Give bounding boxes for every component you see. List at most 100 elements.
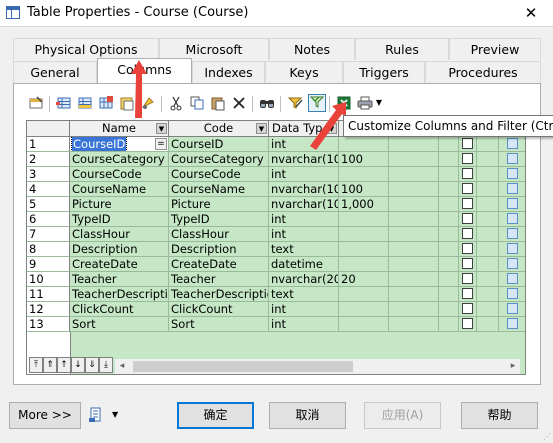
cell-data-type[interactable]: nvarchar(100 <box>269 182 339 197</box>
cell-data-type[interactable]: nvarchar(100 <box>269 197 339 212</box>
cell-extra[interactable] <box>499 272 525 287</box>
displayed-checkbox[interactable] <box>507 168 518 179</box>
columns-grid[interactable]: Name ▼ Code ▼ Data Typ ▼ 1 CourseID = Cours… <box>26 120 526 375</box>
cell-code[interactable]: TeacherDescription <box>169 287 269 302</box>
cell-p[interactable] <box>439 167 459 182</box>
cell-length[interactable] <box>339 212 389 227</box>
cell-length[interactable] <box>339 167 389 182</box>
cell-name[interactable]: Teacher <box>70 272 169 287</box>
foreign-key-checkbox[interactable] <box>462 183 473 194</box>
cell-precision[interactable] <box>389 212 439 227</box>
tab-preview[interactable]: Preview <box>449 38 541 60</box>
cell-length[interactable] <box>339 242 389 257</box>
cell-extra[interactable] <box>499 317 525 332</box>
scroll-right-icon[interactable]: ▸ <box>506 359 520 374</box>
cell-p[interactable] <box>439 137 459 152</box>
foreign-key-checkbox[interactable] <box>462 258 473 269</box>
cancel-button[interactable]: 取消 <box>269 402 346 429</box>
cut-icon[interactable] <box>168 95 184 111</box>
cell-f[interactable] <box>459 197 477 212</box>
cell-precision[interactable] <box>389 167 439 182</box>
cell-name[interactable]: ClassHour <box>70 227 169 242</box>
cell-precision[interactable] <box>389 227 439 242</box>
cell-f[interactable] <box>459 227 477 242</box>
cell-name[interactable]: ClickCount <box>70 302 169 317</box>
tab-general[interactable]: General <box>13 61 97 83</box>
cell-f[interactable] <box>459 212 477 227</box>
move-page-down-icon[interactable]: ⇓ <box>85 357 99 373</box>
cell-data-type[interactable]: text <box>269 287 339 302</box>
displayed-checkbox[interactable] <box>507 228 518 239</box>
cell-length[interactable]: 100 <box>339 182 389 197</box>
properties-icon[interactable] <box>28 95 44 111</box>
tab-physical-options[interactable]: Physical Options <box>13 38 159 60</box>
tab-notes[interactable]: Notes <box>269 38 355 60</box>
cell-name[interactable]: CourseCategory <box>70 152 169 167</box>
foreign-key-checkbox[interactable] <box>462 288 473 299</box>
cell-m[interactable] <box>477 182 499 197</box>
column-header-name[interactable]: Name ▼ <box>70 121 169 137</box>
cell-p[interactable] <box>439 152 459 167</box>
displayed-checkbox[interactable] <box>507 138 518 149</box>
cell-extra[interactable] <box>499 242 525 257</box>
cell-m[interactable] <box>477 227 499 242</box>
cell-m[interactable] <box>477 257 499 272</box>
cell-code[interactable]: Teacher <box>169 272 269 287</box>
cell-name[interactable]: CourseName <box>70 182 169 197</box>
cell-p[interactable] <box>439 227 459 242</box>
table-row[interactable]: 11TeacherDescriptionTeacherDescriptionte… <box>27 287 525 302</box>
cell-f[interactable] <box>459 272 477 287</box>
resize-grip-icon[interactable]: ⋰ <box>543 432 551 441</box>
move-top-icon[interactable]: ⤒ <box>29 357 43 373</box>
displayed-checkbox[interactable] <box>507 318 518 329</box>
cell-f[interactable] <box>459 152 477 167</box>
cell-m[interactable] <box>477 152 499 167</box>
cell-name[interactable]: Picture <box>70 197 169 212</box>
cell-precision[interactable] <box>389 302 439 317</box>
insert-row-icon[interactable] <box>56 95 72 111</box>
tab-indexes[interactable]: Indexes <box>192 61 265 83</box>
cell-data-type[interactable]: int <box>269 302 339 317</box>
horizontal-scrollbar[interactable]: ◂ ▸ <box>115 359 520 374</box>
displayed-checkbox[interactable] <box>507 198 518 209</box>
cell-data-type[interactable]: int <box>269 212 339 227</box>
apply-button[interactable]: 应用(A) <box>364 402 441 429</box>
layout-dropdown-button[interactable]: ▼ <box>88 402 126 429</box>
cell-code[interactable]: CourseName <box>169 182 269 197</box>
cell-length[interactable] <box>339 227 389 242</box>
move-up-icon[interactable]: ↑ <box>57 357 71 373</box>
move-page-up-icon[interactable]: ⇑ <box>43 357 57 373</box>
cell-extra[interactable] <box>499 137 525 152</box>
cell-precision[interactable] <box>389 137 439 152</box>
cell-p[interactable] <box>439 317 459 332</box>
table-row[interactable]: 4CourseNameCourseNamenvarchar(100100 <box>27 182 525 197</box>
cell-extra[interactable] <box>499 257 525 272</box>
cell-precision[interactable] <box>389 242 439 257</box>
displayed-checkbox[interactable] <box>507 258 518 269</box>
cell-data-type[interactable]: nvarchar(100 <box>269 152 339 167</box>
cell-data-type[interactable]: int <box>269 227 339 242</box>
sort-dropdown-icon[interactable]: ▼ <box>156 123 167 134</box>
customize-columns-filter-icon[interactable] <box>287 95 303 111</box>
dropdown-arrow-icon[interactable]: ▼ <box>374 95 384 111</box>
cell-p[interactable] <box>439 272 459 287</box>
cell-precision[interactable] <box>389 197 439 212</box>
copy-icon[interactable] <box>189 95 205 111</box>
cell-precision[interactable] <box>389 182 439 197</box>
cell-code[interactable]: Picture <box>169 197 269 212</box>
cell-data-type[interactable]: text <box>269 242 339 257</box>
cell-extra[interactable] <box>499 167 525 182</box>
cell-length[interactable] <box>339 317 389 332</box>
cell-f[interactable] <box>459 182 477 197</box>
cell-m[interactable] <box>477 167 499 182</box>
selected-cell-text[interactable]: CourseID <box>70 137 128 151</box>
cell-m[interactable] <box>477 242 499 257</box>
cell-p[interactable] <box>439 212 459 227</box>
foreign-key-checkbox[interactable] <box>462 318 473 329</box>
cell-m[interactable] <box>477 302 499 317</box>
foreign-key-checkbox[interactable] <box>462 273 473 284</box>
cell-name[interactable]: TypeID <box>70 212 169 227</box>
column-header-code[interactable]: Code ▼ <box>169 121 269 137</box>
cell-m[interactable] <box>477 287 499 302</box>
cell-name[interactable]: Sort <box>70 317 169 332</box>
